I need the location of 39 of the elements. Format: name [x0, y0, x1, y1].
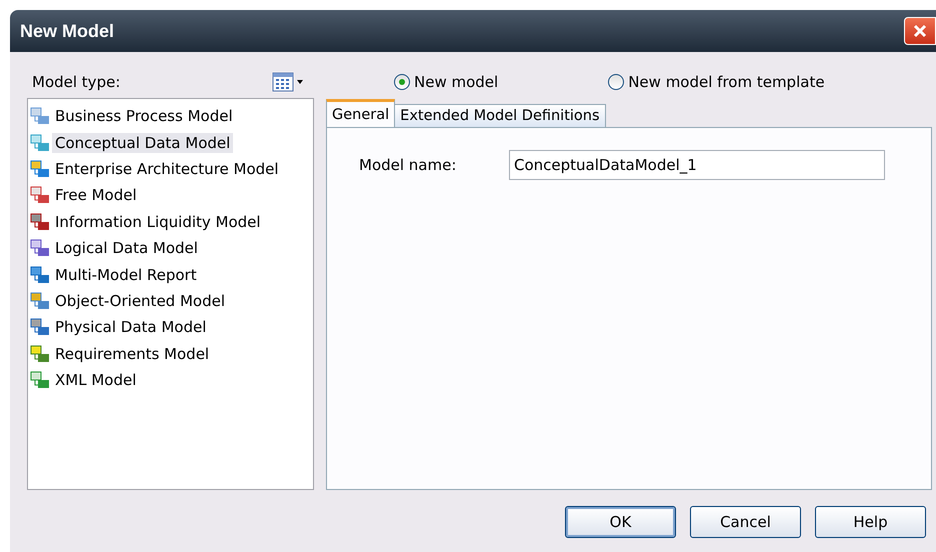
model-type-icon	[30, 158, 50, 179]
radio-option[interactable]: New model	[394, 73, 498, 91]
grid-view-icon	[272, 72, 306, 92]
view-mode-button[interactable]	[272, 72, 306, 92]
model-type-label: Model type:	[31, 73, 120, 91]
window-title: New Model	[20, 20, 114, 42]
model-type-icon	[30, 290, 50, 311]
close-button[interactable]	[904, 17, 936, 45]
model-type-item[interactable]: Requirements Model	[52, 344, 212, 364]
model-type-item[interactable]: Enterprise Architecture Model	[52, 158, 282, 179]
model-type-item[interactable]: Object-Oriented Model	[52, 290, 228, 311]
model-type-item[interactable]: Information Liquidity Model	[52, 212, 264, 232]
model-type-item[interactable]: Conceptual Data Model	[52, 132, 234, 153]
model-type-icon	[30, 370, 50, 390]
model-type-icon	[30, 106, 50, 126]
model-type-item[interactable]: Free Model	[52, 185, 140, 206]
model-type-item[interactable]: Physical Data Model	[52, 317, 210, 338]
tab[interactable]: General	[326, 99, 396, 127]
model-type-icon	[30, 264, 50, 285]
model-type-icon	[30, 344, 50, 364]
model-type-icon	[30, 212, 50, 232]
radio-button[interactable]	[394, 74, 410, 90]
dialog-button[interactable]: Help	[815, 506, 926, 538]
model-type-item[interactable]: Multi-Model Report	[52, 264, 200, 285]
model-type-icon	[30, 132, 50, 153]
model-type-item[interactable]: XML Model	[52, 370, 140, 390]
tab[interactable]: Extended Model Definitions	[394, 104, 606, 127]
close-icon	[912, 23, 928, 39]
model-type-icon	[30, 317, 50, 338]
dialog-button[interactable]: Cancel	[690, 506, 801, 538]
model-name-label: Model name:	[358, 156, 458, 174]
model-name-field[interactable]: ConceptualDataModel_1	[509, 150, 885, 180]
model-type-icon	[30, 238, 50, 258]
radio-option[interactable]: New model from template	[608, 73, 825, 91]
model-type-item[interactable]: Business Process Model	[52, 106, 236, 126]
dialog-button[interactable]: OK	[565, 506, 676, 538]
model-type-item[interactable]: Logical Data Model	[52, 238, 201, 258]
radio-button[interactable]	[608, 74, 624, 90]
model-type-icon	[30, 185, 50, 206]
